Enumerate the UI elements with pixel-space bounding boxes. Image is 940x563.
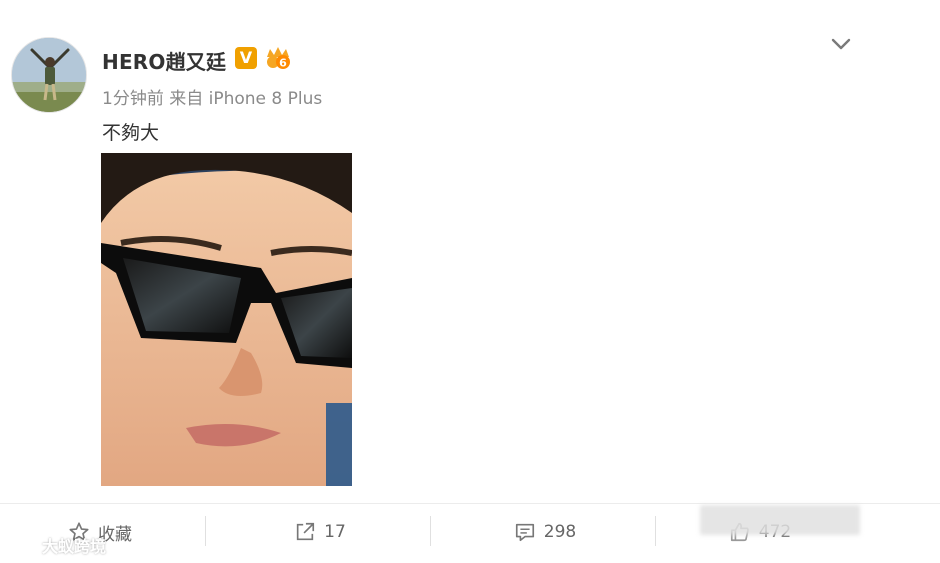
repost-button[interactable]: 17: [270, 515, 370, 549]
username[interactable]: HERO趙又廷: [102, 46, 226, 75]
watermark-text: 大蚁跨境: [42, 537, 107, 556]
level-number: 6: [279, 57, 287, 70]
action-bar-divider: [0, 503, 940, 504]
level-badge-icon: 6: [264, 45, 292, 71]
comment-button[interactable]: 298: [490, 515, 600, 549]
weibo-post-card: HERO趙又廷 V 6 1分钟前 来自 iPhone 8 Plus 不夠大 收藏…: [0, 0, 940, 563]
post-photo[interactable]: [101, 153, 352, 486]
chevron-down-icon[interactable]: [830, 36, 852, 52]
repost-count: 17: [324, 522, 346, 542]
action-separator: [655, 516, 656, 546]
post-text: 不夠大: [102, 122, 160, 144]
watermark-logo-icon: [7, 536, 37, 554]
watermark: 大蚁跨境: [6, 533, 106, 557]
comment-count: 298: [543, 522, 577, 542]
post-meta: 1分钟前 来自 iPhone 8 Plus: [102, 89, 323, 109]
action-separator: [430, 516, 431, 546]
verified-badge-icon: V: [235, 47, 257, 69]
comment-icon: [515, 523, 534, 542]
action-separator: [205, 516, 206, 546]
avatar[interactable]: [11, 37, 87, 113]
blurred-overlay: [700, 505, 860, 535]
share-icon: [297, 522, 315, 541]
